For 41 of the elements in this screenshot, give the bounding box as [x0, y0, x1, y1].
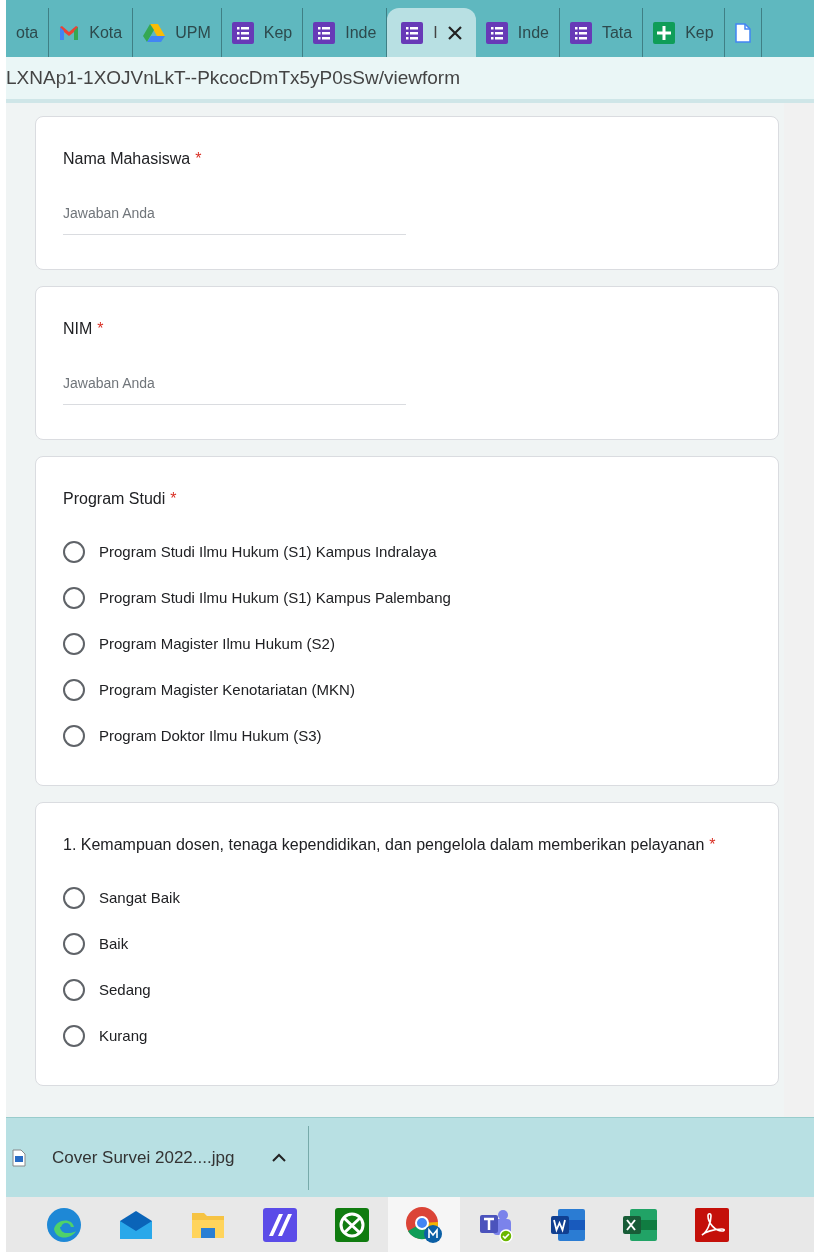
radio-button[interactable] [63, 633, 85, 655]
browser-tab[interactable]: I [387, 8, 476, 57]
list-icon [231, 21, 254, 44]
required-mark: * [170, 489, 177, 509]
radio-button[interactable] [63, 887, 85, 909]
list-icon [569, 21, 592, 44]
radio-button[interactable] [63, 541, 85, 563]
option-label: Kurang [99, 1025, 148, 1046]
triangle-icon [143, 23, 166, 42]
option-label: Program Magister Kenotariatan (MKN) [99, 679, 355, 700]
file-name: Cover Survei 2022....jpg [52, 1146, 235, 1169]
radio-button[interactable] [63, 679, 85, 701]
required-mark: * [97, 319, 104, 339]
question-title: 1. Kemampuan dosen, tenaga kependidikan, dan pengelola dalam memberikan pelayanan [63, 835, 705, 855]
document-icon [734, 22, 751, 43]
option-label: Program Studi Ilmu Hukum (S1) Kampus Indralaya [99, 541, 437, 562]
close-icon[interactable] [447, 25, 462, 40]
question-title: Nama Mahasiswa [63, 149, 191, 169]
required-mark: * [195, 149, 202, 169]
chevron-up-icon[interactable] [272, 1153, 287, 1162]
question-title: Program Studi [63, 489, 166, 509]
radio-button[interactable] [63, 979, 85, 1001]
radio-button[interactable] [63, 933, 85, 955]
list-icon [401, 21, 424, 44]
option-label: Program Doktor Ilmu Hukum (S3) [99, 725, 322, 746]
image-file-icon [12, 1148, 26, 1167]
required-mark: * [709, 835, 716, 855]
question-title: NIM [63, 319, 93, 339]
radio-button[interactable] [63, 725, 85, 747]
option-label: Program Studi Ilmu Hukum (S1) Kampus Palembang [99, 587, 451, 608]
option-label: Sedang [99, 979, 151, 1000]
option-label: Program Magister Ilmu Hukum (S2) [99, 633, 335, 654]
option-label: Sangat Baik [99, 887, 180, 908]
radio-button[interactable] [63, 587, 85, 609]
envelope-icon [59, 24, 80, 41]
list-icon [485, 21, 508, 44]
plus-icon [653, 21, 676, 44]
option-label: Baik [99, 933, 129, 954]
radio-button[interactable] [63, 1025, 85, 1047]
list-icon [313, 21, 336, 44]
browser-icon[interactable] [388, 1197, 460, 1252]
